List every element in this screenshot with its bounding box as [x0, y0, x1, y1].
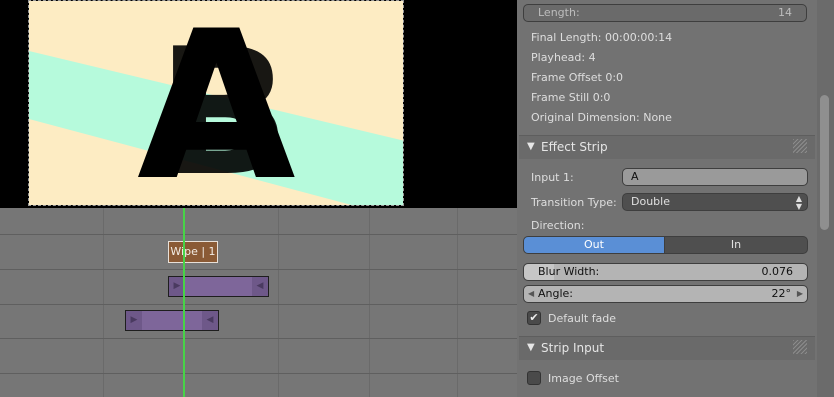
frame-offset-text: Frame Offset 0:0 — [531, 71, 624, 84]
strip-right-handle[interactable]: ◀ — [252, 277, 268, 296]
decrement-arrow-icon[interactable]: ◀ — [528, 286, 534, 302]
strip-left-handle[interactable]: ▶ — [126, 311, 142, 330]
sequencer-timeline[interactable]: ▶ ◀ ▶ ◀ — [0, 208, 517, 397]
disclosure-triangle-icon: ▼ — [527, 141, 535, 152]
angle-label: Angle: — [538, 287, 574, 300]
panel-scrollbar-thumb[interactable] — [820, 95, 829, 230]
angle-value: 22° — [771, 287, 792, 300]
strip-properties-panel: Length: 14 Final Length: 00:00:00:14 Pla… — [517, 0, 834, 397]
effect-strip-title: Effect Strip — [541, 140, 608, 154]
length-label: Length: — [538, 6, 580, 19]
channel-row — [0, 304, 517, 338]
updown-arrows-icon: ▲ ▼ — [795, 194, 802, 211]
drag-grip-icon[interactable] — [793, 340, 807, 354]
input1-label: Input 1: — [531, 171, 574, 184]
image-offset-checkbox[interactable] — [527, 371, 541, 385]
wipe-preview-image: A B — [29, 1, 403, 206]
direction-in-button[interactable]: In — [664, 236, 808, 254]
transition-type-value: Double — [631, 195, 670, 208]
drag-grip-icon[interactable] — [793, 139, 807, 153]
input1-value: A — [631, 170, 639, 183]
blur-width-value: 0.076 — [761, 265, 794, 278]
original-dimension-text: Original Dimension: None — [531, 111, 672, 124]
image-strip-b[interactable]: ▶ ◀ — [125, 310, 219, 331]
letter-b: B — [157, 12, 290, 206]
image-offset-label: Image Offset — [548, 372, 619, 385]
direction-label: Direction: — [531, 219, 585, 232]
direction-out-button[interactable]: Out — [523, 236, 665, 254]
wipe-effect-strip[interactable]: Wipe | 1 — [168, 241, 218, 263]
transition-type-dropdown[interactable]: Double ▲ ▼ — [622, 193, 808, 211]
default-fade-label: Default fade — [548, 312, 617, 325]
final-length-text: Final Length: 00:00:00:14 — [531, 31, 673, 44]
blur-width-slider[interactable]: Blur Width: 0.076 — [523, 263, 808, 281]
channel-row — [0, 338, 517, 372]
strip-right-handle[interactable]: ◀ — [202, 311, 218, 330]
transition-type-label: Transition Type: — [531, 196, 617, 209]
strip-input-title: Strip Input — [541, 341, 605, 355]
channel-row — [0, 373, 517, 397]
increment-arrow-icon[interactable]: ▶ — [797, 286, 803, 302]
input1-field[interactable]: A — [622, 168, 808, 186]
disclosure-triangle-icon: ▼ — [527, 342, 535, 353]
strip-input-header[interactable]: ▼ Strip Input — [519, 336, 815, 360]
playhead-cursor[interactable] — [183, 208, 185, 397]
preview-frame: A B — [28, 0, 404, 206]
playhead-text: Playhead: 4 — [531, 51, 596, 64]
effect-strip-header[interactable]: ▼ Effect Strip — [519, 135, 815, 159]
sequencer-preview: A B — [0, 0, 517, 208]
blur-width-label: Blur Width: — [538, 265, 600, 278]
length-field[interactable]: Length: 14 — [523, 4, 807, 22]
length-value: 14 — [778, 6, 792, 19]
default-fade-checkbox[interactable]: ✔ — [527, 311, 541, 325]
frame-still-text: Frame Still 0:0 — [531, 91, 611, 104]
angle-field[interactable]: ◀ Angle: 22° ▶ — [523, 285, 808, 303]
channel-row — [0, 234, 517, 268]
